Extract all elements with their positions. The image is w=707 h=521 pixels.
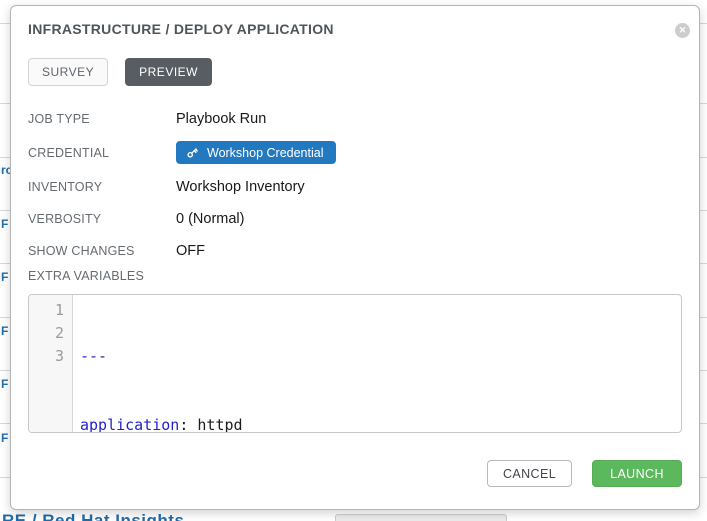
close-icon: ✕ xyxy=(679,26,687,35)
credential-badge[interactable]: Workshop Credential xyxy=(176,141,336,164)
show-changes-value: OFF xyxy=(176,243,205,259)
line-number: 3 xyxy=(29,345,64,368)
editor-code-area[interactable]: --- application: httpd xyxy=(73,295,243,432)
background-link-fragment: ro xyxy=(1,163,10,177)
detail-row-job-type: JOB TYPE Playbook Run xyxy=(28,109,682,129)
inventory-value: Workshop Inventory xyxy=(176,179,305,195)
line-number: 2 xyxy=(29,322,64,345)
show-changes-label: SHOW CHANGES xyxy=(28,244,176,258)
modal-title: INFRASTRUCTURE / DEPLOY APPLICATION xyxy=(28,21,334,37)
cancel-button[interactable]: CANCEL xyxy=(487,460,572,487)
page-background: ro F F F F F RE / Red Hat Insights INFRA… xyxy=(0,0,707,521)
code-line: --- xyxy=(80,345,243,368)
background-chip xyxy=(335,514,507,521)
job-type-value: Playbook Run xyxy=(176,111,266,127)
deploy-application-modal: INFRASTRUCTURE / DEPLOY APPLICATION ✕ SU… xyxy=(10,5,700,510)
editor-line-numbers: 1 2 3 xyxy=(29,295,73,432)
credential-badge-label: Workshop Credential xyxy=(207,146,324,160)
line-number: 1 xyxy=(29,299,64,322)
verbosity-label: VERBOSITY xyxy=(28,212,176,226)
background-link-fragment: F xyxy=(1,217,10,231)
background-link-fragment: F xyxy=(1,324,10,338)
modal-tabs: SURVEY PREVIEW xyxy=(28,58,212,86)
credential-label: CREDENTIAL xyxy=(28,146,176,160)
extra-variables-editor[interactable]: 1 2 3 --- application: httpd xyxy=(28,294,682,433)
code-line: application: httpd xyxy=(80,414,243,433)
detail-row-credential: CREDENTIAL Workshop Credential xyxy=(28,141,682,164)
extra-variables-label: EXTRA VARIABLES xyxy=(28,269,144,283)
background-link-fragment: F xyxy=(1,431,10,445)
detail-row-show-changes: SHOW CHANGES OFF xyxy=(28,241,682,261)
launch-button[interactable]: LAUNCH xyxy=(592,460,682,487)
background-template-link: RE / Red Hat Insights xyxy=(2,511,184,521)
inventory-label: INVENTORY xyxy=(28,180,176,194)
close-button[interactable]: ✕ xyxy=(675,23,690,38)
background-link-fragment: F xyxy=(1,377,10,391)
job-type-label: JOB TYPE xyxy=(28,112,176,126)
detail-row-inventory: INVENTORY Workshop Inventory xyxy=(28,177,682,197)
tab-survey[interactable]: SURVEY xyxy=(28,58,108,86)
tab-preview[interactable]: PREVIEW xyxy=(125,58,212,86)
verbosity-value: 0 (Normal) xyxy=(176,211,244,227)
background-link-fragment: F xyxy=(1,270,10,284)
key-icon xyxy=(186,146,199,159)
detail-row-verbosity: VERBOSITY 0 (Normal) xyxy=(28,209,682,229)
